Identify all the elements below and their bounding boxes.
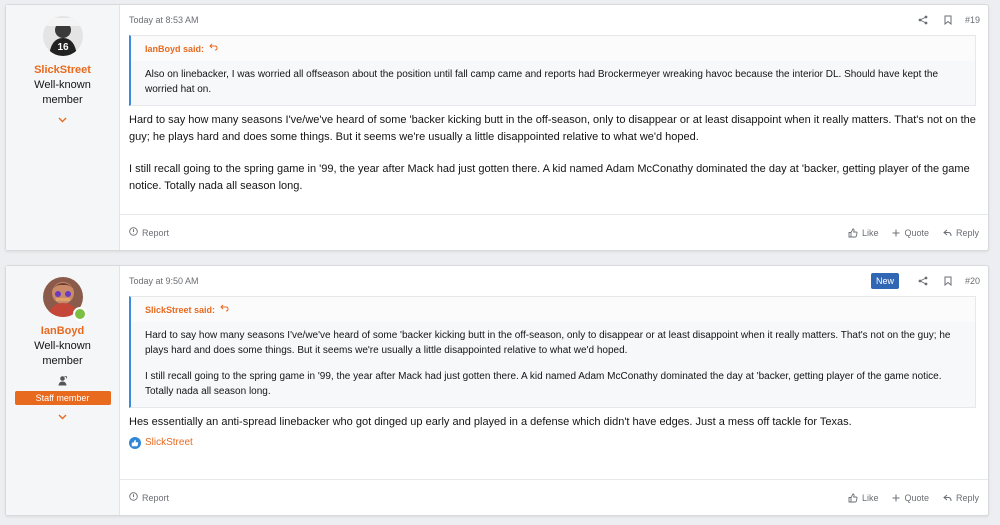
- post-header: Today at 8:53 AM #19: [120, 5, 988, 35]
- message-paragraph: I still recall going to the spring game …: [129, 163, 970, 192]
- plus-icon: [892, 229, 900, 237]
- reply-icon: [943, 229, 952, 237]
- report-button[interactable]: Report: [142, 228, 169, 238]
- user-title: Well-known member: [34, 79, 91, 106]
- quote-block: IanBoyd said: Also on linebacker, I was …: [129, 35, 976, 106]
- post-message: Hes essentially an anti-spread linebacke…: [120, 408, 988, 431]
- report-icon[interactable]: [129, 227, 138, 238]
- reply-label: Reply: [955, 492, 979, 503]
- chevron-down-icon[interactable]: [58, 116, 67, 126]
- reply-icon: [943, 494, 952, 502]
- reply-arrow-icon[interactable]: [220, 304, 229, 315]
- reply-button[interactable]: Reply: [943, 493, 979, 503]
- avatar[interactable]: [42, 277, 87, 321]
- user-block: IanBoyd Well-known member Staff member: [6, 266, 120, 515]
- reply-arrow-icon[interactable]: [209, 43, 218, 54]
- message-paragraph: Hes essentially an anti-spread linebacke…: [129, 416, 852, 428]
- post-message: Hard to say how many seasons I've/we've …: [120, 106, 988, 194]
- quote-label: Quote: [904, 492, 929, 503]
- quote-button[interactable]: Quote: [892, 228, 929, 238]
- quote-body: Also on linebacker, I was worried all of…: [131, 61, 975, 105]
- avatar[interactable]: 16: [42, 16, 83, 56]
- quote-block: SlickStreet said: Hard to say how many s…: [129, 296, 976, 408]
- post-19: 16 SlickStreet Well-known member Today a…: [5, 4, 989, 251]
- plus-icon: [892, 494, 900, 502]
- new-badge: New: [870, 273, 899, 289]
- quote-paragraph: Hard to say how many seasons I've/we've …: [145, 330, 951, 356]
- user-block: 16 SlickStreet Well-known member: [6, 5, 120, 250]
- post-number[interactable]: #19: [965, 15, 980, 25]
- quote-author[interactable]: IanBoyd said:: [145, 44, 204, 54]
- post-date[interactable]: Today at 8:53 AM: [129, 15, 911, 25]
- thumbs-up-icon: [848, 228, 858, 238]
- quote-paragraph: Also on linebacker, I was worried all of…: [145, 69, 939, 95]
- jersey-number: 16: [57, 42, 69, 53]
- post-main: Today at 9:50 AM New #20 SlickStreet sai…: [120, 266, 988, 515]
- thumbs-up-icon: [129, 436, 141, 449]
- report-icon[interactable]: [129, 492, 138, 503]
- like-button[interactable]: Like: [848, 227, 879, 238]
- like-label: Like: [861, 492, 879, 503]
- share-icon[interactable]: [911, 15, 936, 25]
- bookmark-icon[interactable]: [936, 15, 961, 25]
- post-header: Today at 9:50 AM New #20: [120, 266, 988, 296]
- reply-label: Reply: [955, 227, 979, 238]
- thumbs-up-icon: [848, 493, 858, 503]
- reply-button[interactable]: Reply: [943, 228, 979, 238]
- like-label: Like: [861, 227, 879, 238]
- user-title: Well-known member: [34, 340, 91, 367]
- reactions-bar[interactable]: SlickStreet: [120, 431, 988, 449]
- post-footer: Report Like Quote Reply: [120, 479, 988, 515]
- staff-badge: Staff member: [14, 391, 111, 405]
- post-main: Today at 8:53 AM #19 IanBoyd said: Also …: [120, 5, 988, 250]
- chevron-down-icon[interactable]: [58, 413, 67, 423]
- quote-paragraph: I still recall going to the spring game …: [145, 371, 942, 397]
- message-paragraph: Hard to say how many seasons I've/we've …: [129, 114, 976, 143]
- like-button[interactable]: Like: [848, 492, 879, 503]
- online-status-icon: [72, 307, 87, 321]
- bookmark-icon[interactable]: [936, 276, 961, 286]
- reaction-user[interactable]: SlickStreet: [145, 437, 193, 448]
- quote-label: Quote: [904, 227, 929, 238]
- report-button[interactable]: Report: [142, 493, 169, 503]
- quote-header[interactable]: IanBoyd said:: [131, 36, 975, 61]
- username[interactable]: IanBoyd: [41, 325, 84, 337]
- share-icon[interactable]: [911, 276, 936, 286]
- post-number[interactable]: #20: [965, 276, 980, 286]
- quote-author[interactable]: SlickStreet said:: [145, 305, 215, 315]
- username[interactable]: SlickStreet: [34, 64, 91, 76]
- quote-button[interactable]: Quote: [892, 493, 929, 503]
- post-date[interactable]: Today at 9:50 AM: [129, 276, 871, 286]
- quote-header[interactable]: SlickStreet said:: [131, 297, 975, 322]
- moderator-icon: [56, 373, 70, 387]
- quote-body: Hard to say how many seasons I've/we've …: [131, 322, 975, 407]
- post-20: IanBoyd Well-known member Staff member T…: [5, 265, 989, 516]
- post-footer: Report Like Quote Reply: [120, 214, 988, 250]
